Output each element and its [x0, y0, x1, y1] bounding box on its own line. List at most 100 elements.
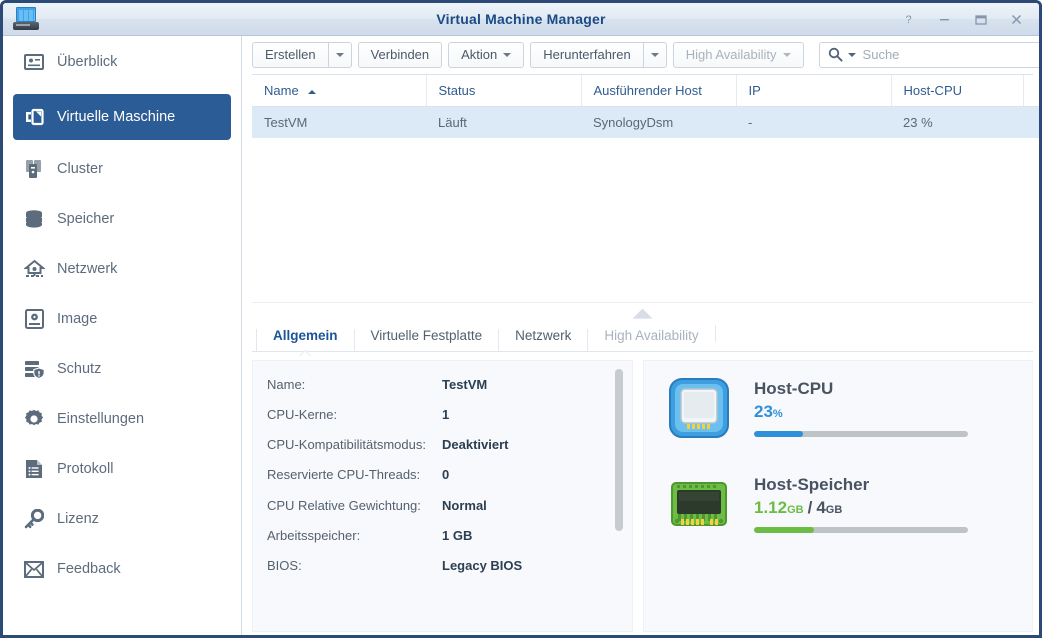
create-split-button: Erstellen	[252, 41, 352, 68]
minimize-button[interactable]	[935, 11, 953, 29]
spec-row: BIOS: Legacy BIOS	[267, 556, 632, 576]
search-icon	[828, 47, 843, 62]
sidebar-item-label: Feedback	[57, 561, 121, 577]
sidebar-item-lizenz[interactable]: Lizenz	[13, 502, 231, 536]
sort-ascending-icon	[308, 89, 317, 94]
collapse-chevron-icon[interactable]: ◢◣	[633, 306, 653, 319]
sidebar-item-label: Image	[57, 311, 98, 327]
table-empty-space	[252, 138, 1033, 302]
tabs-end-divider	[714, 325, 716, 342]
create-button[interactable]: Erstellen	[252, 41, 328, 68]
host-memory-used: 1.12	[754, 498, 788, 517]
column-header-status[interactable]: Status	[426, 75, 582, 107]
host-memory-total: 4	[816, 498, 826, 517]
memory-module-icon	[666, 471, 732, 537]
sidebar-item-cluster[interactable]: Cluster	[13, 152, 231, 186]
sidebar-item-feedback[interactable]: Feedback	[13, 552, 231, 586]
license-key-icon	[23, 508, 45, 530]
tab-virtuelle-festplatte[interactable]: Virtuelle Festplatte	[353, 328, 499, 351]
feedback-envelope-icon	[23, 558, 45, 580]
sidebar-item-speicher[interactable]: Speicher	[13, 202, 231, 236]
sidebar-item-netzwerk[interactable]: Netzwerk	[13, 252, 231, 286]
server-rack-icon	[13, 7, 39, 31]
sidebar-item-schutz[interactable]: Schutz	[13, 352, 231, 386]
close-button[interactable]	[1007, 11, 1025, 29]
spec-key: CPU-Kerne:	[267, 407, 338, 423]
sidebar-item-protokoll[interactable]: Protokoll	[13, 452, 231, 486]
detail-tabs: Allgemein Virtuelle Festplatte Netzwerk …	[252, 318, 1033, 352]
table-row[interactable]: TestVM Läuft SynologyDsm - 23 %	[252, 106, 1039, 139]
action-button[interactable]: Aktion	[448, 41, 525, 68]
host-memory-used-unit: GB	[787, 504, 804, 516]
spec-row: CPU Relative Gewichtung: Normal	[267, 496, 632, 516]
create-dropdown-button[interactable]	[327, 41, 352, 68]
search-box[interactable]	[818, 41, 1039, 68]
storage-icon	[23, 208, 45, 230]
column-header-ip[interactable]: IP	[736, 75, 892, 107]
image-icon	[23, 308, 45, 330]
host-resources-panel: Host-CPU 23% Host-Speicher 1.12GB / 4GB	[643, 360, 1033, 632]
sidebar-item-uberblick[interactable]: Überblick	[13, 45, 231, 79]
sidebar-item-label: Lizenz	[57, 511, 99, 527]
host-cpu-progress-bar	[754, 431, 968, 437]
cell-ip: -	[748, 115, 753, 130]
tab-allgemein[interactable]: Allgemein	[256, 328, 354, 351]
spec-value: 1 GB	[442, 527, 473, 543]
connect-button[interactable]: Verbinden	[357, 41, 443, 68]
tab-high-availability[interactable]: High Availability	[587, 328, 714, 351]
cell-host-cpu: 23 %	[903, 115, 933, 130]
column-options-button[interactable]	[1023, 75, 1040, 107]
host-cpu-number: 23	[754, 402, 773, 421]
detail-panel: Name: TestVM CPU-Kerne: 1 CPU-Kompatibil…	[252, 360, 1033, 632]
spec-value: Legacy BIOS	[442, 557, 523, 573]
tab-netzwerk[interactable]: Netzwerk	[498, 328, 587, 351]
host-memory-title: Host-Speicher	[754, 475, 870, 494]
chevron-down-icon	[650, 52, 659, 57]
cell-spacer	[1023, 107, 1039, 139]
host-memory-meter: Host-Speicher 1.12GB/4GB	[666, 471, 1010, 537]
host-cpu-meter: Host-CPU 23%	[666, 375, 1010, 441]
sidebar-item-virtuelle-maschine[interactable]: Virtuelle Maschine	[13, 94, 231, 140]
spec-row: Name: TestVM	[267, 375, 632, 395]
spec-value: Normal	[442, 497, 487, 513]
cell-name: TestVM	[264, 115, 308, 130]
column-header-host-cpu[interactable]: Host-CPU	[891, 75, 1024, 107]
vm-specs-panel: Name: TestVM CPU-Kerne: 1 CPU-Kompatibil…	[252, 360, 633, 632]
sidebar-item-label: Virtuelle Maschine	[57, 109, 176, 125]
help-button[interactable]: ?	[899, 11, 917, 29]
sidebar-item-label: Überblick	[57, 54, 118, 70]
vm-table: Name Status Ausführender Host IP Host-CP…	[252, 74, 1039, 302]
cell-status: Läuft	[438, 115, 467, 130]
spec-value: 0	[442, 467, 450, 483]
host-cpu-title: Host-CPU	[754, 379, 834, 398]
overview-icon	[23, 51, 45, 73]
host-memory-total-unit: GB	[825, 504, 843, 516]
column-label: Name	[264, 83, 299, 98]
spec-key: CPU-Kompatibilitätsmodus:	[267, 437, 426, 453]
sidebar-item-image[interactable]: Image	[13, 302, 231, 336]
spec-value: 1	[442, 407, 450, 423]
spec-row: Reservierte CPU-Threads: 0	[267, 465, 632, 485]
specs-scrollbar[interactable]	[615, 369, 623, 531]
maximize-button[interactable]	[971, 11, 989, 29]
sidebar-item-einstellungen[interactable]: Einstellungen	[13, 402, 231, 436]
shutdown-button[interactable]: Herunterfahren	[530, 41, 643, 68]
cpu-chip-icon	[666, 375, 732, 441]
high-availability-button[interactable]: High Availability	[672, 41, 804, 68]
search-filter-chevron-icon[interactable]	[847, 52, 856, 57]
spec-key: BIOS:	[267, 557, 302, 573]
panel-splitter[interactable]: ◢◣	[252, 302, 1033, 319]
spec-value: TestVM	[442, 377, 488, 392]
sidebar-item-label: Schutz	[57, 361, 102, 377]
more-options-icon	[1036, 84, 1040, 97]
sidebar: Überblick Virtuelle Maschine Cluster Spe…	[3, 36, 242, 635]
shutdown-dropdown-button[interactable]	[642, 41, 667, 68]
action-button-label: Aktion	[461, 47, 498, 62]
column-header-name[interactable]: Name	[252, 75, 427, 107]
sidebar-item-label: Speicher	[57, 211, 115, 227]
host-cpu-unit: %	[772, 408, 783, 420]
sidebar-item-label: Protokoll	[57, 461, 114, 477]
column-header-host[interactable]: Ausführender Host	[581, 75, 737, 107]
spec-row: Arbeitsspeicher: 1 GB	[267, 526, 632, 546]
search-input[interactable]	[862, 47, 1039, 62]
